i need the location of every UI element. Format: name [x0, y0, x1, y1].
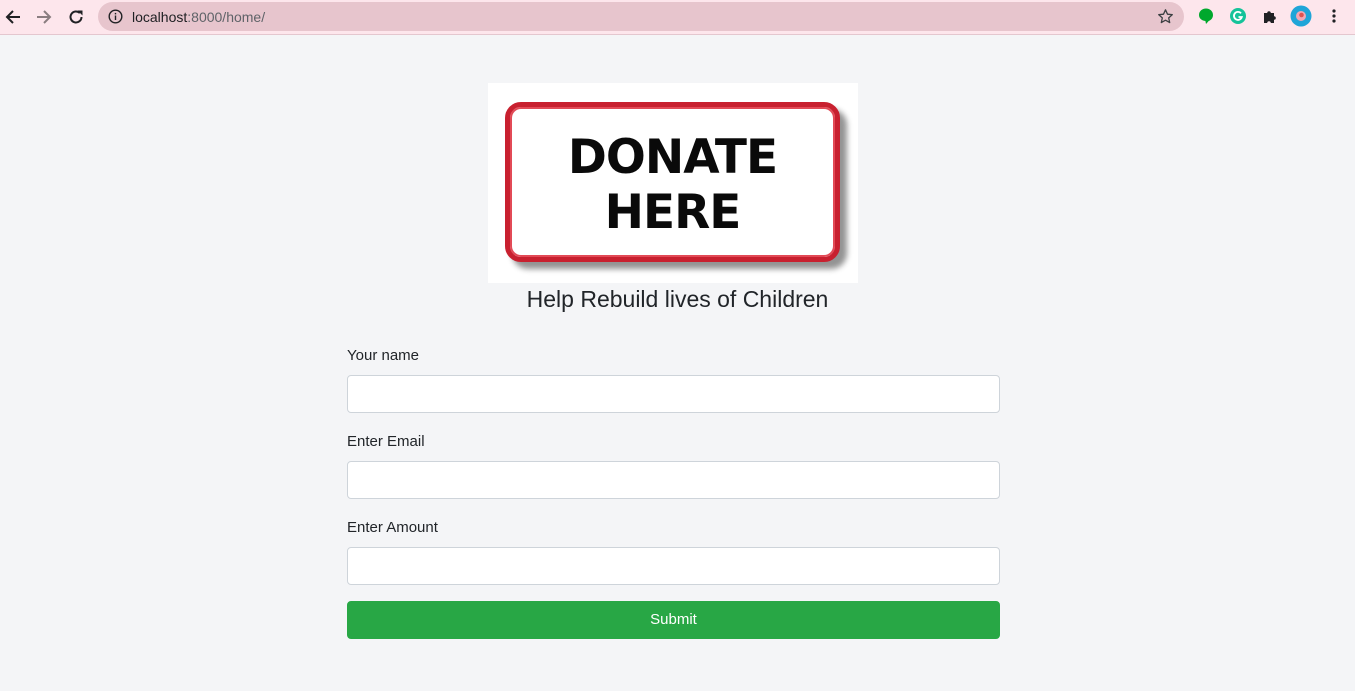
forward-arrow-icon[interactable] — [32, 5, 56, 29]
donate-here-logo: DONATE HERE — [488, 83, 858, 283]
submit-button[interactable]: Submit — [347, 601, 1000, 639]
evernote-extension-icon[interactable] — [1195, 5, 1217, 27]
address-bar[interactable]: localhost:8000/home/ — [98, 2, 1184, 31]
logo-line-1: DONATE — [567, 130, 778, 185]
url-text: localhost:8000/home/ — [132, 9, 265, 25]
email-input[interactable] — [347, 461, 1000, 499]
url-host: localhost — [132, 9, 188, 25]
logo-card: DONATE HERE — [505, 102, 840, 262]
info-icon[interactable] — [108, 9, 123, 24]
amount-label: Enter Amount — [347, 519, 438, 536]
name-input[interactable] — [347, 375, 1000, 413]
menu-kebab-icon[interactable] — [1323, 5, 1345, 27]
url-path: :8000/home/ — [187, 9, 266, 25]
reload-icon[interactable] — [64, 5, 88, 29]
page-headline: Help Rebuild lives of Children — [526, 286, 829, 312]
browser-toolbar: localhost:8000/home/ — [0, 0, 1355, 35]
amount-input[interactable] — [347, 547, 1000, 585]
logo-line-2: HERE — [604, 185, 742, 240]
bookmark-star-icon[interactable] — [1157, 8, 1174, 25]
back-arrow-icon[interactable] — [1, 5, 25, 29]
email-label: Enter Email — [347, 433, 425, 450]
profile-avatar-icon[interactable] — [1290, 5, 1312, 27]
extensions-puzzle-icon[interactable] — [1259, 5, 1281, 27]
name-label: Your name — [347, 347, 419, 364]
grammarly-extension-icon[interactable] — [1227, 5, 1249, 27]
